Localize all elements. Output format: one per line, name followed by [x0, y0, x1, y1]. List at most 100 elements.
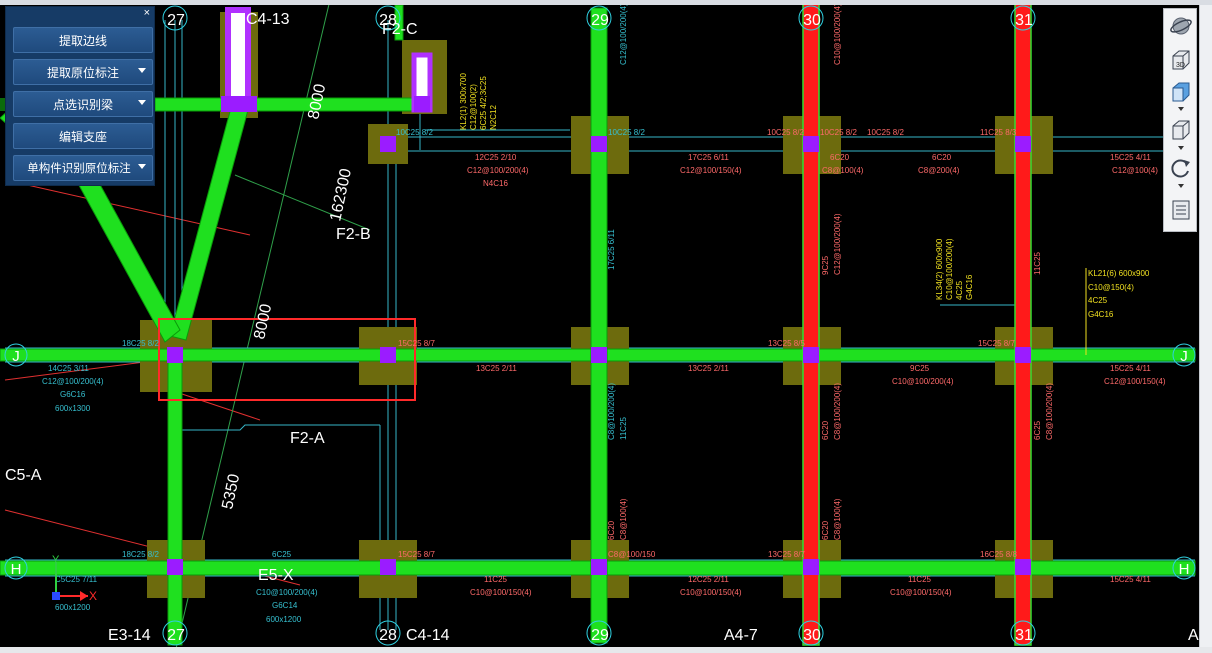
axis-label-bottom: 28 — [379, 627, 397, 644]
horizontal-scrollbar[interactable] — [0, 647, 1212, 653]
rebar-label-cyan: C5C25 7/11 — [55, 575, 98, 584]
window-top-edge — [0, 0, 1212, 5]
rebar-label-cyan: 14C25 3/11 — [48, 364, 89, 373]
rebar-label: 17C25 6/11 — [688, 153, 729, 162]
label-e3-14: E3-14 — [108, 627, 151, 644]
rebar-label: 13C25 2/11 — [688, 364, 729, 373]
pick-recognize-beam-button[interactable]: 点选识别梁 — [13, 91, 153, 117]
rebar-label-cyan: 6C25 — [272, 550, 292, 559]
rebar-label-cyan: G6C16 — [60, 390, 86, 399]
rebar-label: C10@100/200(4) — [833, 3, 842, 65]
3d-view-icon[interactable]: 3D — [1168, 47, 1194, 73]
rebar-label: C12@100/150(4) — [680, 166, 742, 175]
rebar-label: 15C25 4/11 — [1110, 575, 1151, 584]
rebar-label: C12@100/200(4) — [467, 166, 529, 175]
button-label: 提取原位标注 — [46, 65, 119, 80]
rebar-label: 10C25 8/2 — [767, 128, 804, 137]
rebar-label: 10C25 8/2 — [820, 128, 857, 137]
box-view-icon[interactable] — [1168, 117, 1194, 143]
rebar-label: 6C20 — [830, 153, 850, 162]
rebar-label-cyan: 600x1300 — [55, 404, 91, 413]
button-label: 点选识别梁 — [52, 97, 113, 112]
rebar-label: 12C25 2/10 — [475, 153, 517, 162]
rebar-label-cyan: 600x1200 — [55, 603, 91, 612]
orbit-view-icon[interactable] — [1168, 13, 1194, 39]
rebar-label-cyan: 10C25 8/2 — [396, 128, 433, 137]
rebar-label: 9C25 — [910, 364, 930, 373]
3d-label: 3D — [1176, 62, 1185, 69]
cad-drawing-canvas[interactable]: 27 28 29 30 31 27 28 29 30 31 J J H H C4… — [0, 0, 1212, 653]
button-label: 单构件识别原位标注 — [27, 163, 131, 175]
rebar-label: 12C25 2/11 — [688, 575, 729, 584]
axis-label-top: 29 — [591, 12, 609, 29]
label-f2-c: F2-C — [382, 21, 418, 38]
rebar-label: C10@100/150(4) — [680, 588, 742, 597]
chevron-down-icon[interactable] — [138, 164, 146, 169]
kl2-line: N2C12 — [489, 105, 498, 130]
rebar-label: 6C20 — [821, 520, 830, 540]
chevron-down-icon[interactable] — [1178, 184, 1184, 188]
axis-label-bottom: 30 — [803, 627, 821, 644]
axis-label-top: 30 — [803, 12, 821, 29]
rebar-label: 6C20 — [932, 153, 952, 162]
kl34-line: KL34(2) 600x900 — [935, 238, 944, 300]
rebar-label: C8@200(4) — [918, 166, 960, 175]
rebar-label: C8@100(4) — [833, 498, 842, 540]
rebar-label-cyan: C12@100/200(4) — [42, 377, 104, 386]
rebar-label: C8@100(4) — [822, 166, 864, 175]
label-c5-a: C5-A — [5, 467, 42, 484]
axis-label-top: 27 — [167, 12, 185, 29]
right-panel-edge — [1199, 5, 1212, 653]
label-c4-14: C4-14 — [406, 627, 450, 644]
rebar-label-cyan: 11C25 — [619, 416, 628, 440]
display-settings-icon[interactable] — [1168, 197, 1194, 223]
rebar-label: C8@100/150 — [608, 550, 656, 559]
rebar-label: 9C25 — [821, 255, 830, 275]
rebar-label: 10C25 8/2 — [867, 128, 904, 137]
rebar-label: C12@100/150(4) — [1104, 377, 1166, 386]
kl34-line: G4C16 — [965, 274, 974, 300]
kl2-line: 6C25 4/2;3C25 — [479, 76, 488, 130]
rebar-label-cyan: 17C25 6/11 — [607, 229, 616, 270]
dim-5350: 5350 — [219, 472, 243, 510]
rebar-label: C8@100/200(4) — [833, 383, 842, 440]
ucs-x-label: X — [89, 589, 97, 603]
axis-label-row: H — [11, 561, 22, 578]
label-a-edge: A — [1188, 627, 1199, 644]
panel-close-icon[interactable]: × — [144, 7, 150, 19]
chevron-down-icon[interactable] — [138, 100, 146, 105]
rebar-label: 15C25 8/7 — [978, 339, 1015, 348]
rebar-label: 13C25 8/5 — [768, 339, 805, 348]
kl21-line: G4C16 — [1088, 310, 1114, 319]
label-c4-13: C4-13 — [246, 11, 290, 28]
axis-label-top: 31 — [1015, 12, 1033, 29]
kl21-line: 4C25 — [1088, 296, 1108, 305]
top-view-icon[interactable] — [1168, 79, 1194, 105]
chevron-down-icon[interactable] — [1178, 107, 1184, 111]
rotate-icon[interactable] — [1168, 155, 1194, 181]
rebar-label-cyan: 10C25 8/2 — [608, 128, 645, 137]
single-member-recognize-annotation-button[interactable]: 单构件识别原位标注 — [13, 155, 153, 181]
extract-original-annotation-button[interactable]: 提取原位标注 — [13, 59, 153, 85]
kl2-line: KL2(1) 300x700 — [459, 73, 468, 130]
rebar-label: C12@100/200(4) — [833, 213, 842, 275]
label-f2-a: F2-A — [290, 430, 325, 447]
rebar-label-cyan: 600x1200 — [266, 615, 302, 624]
rebar-label: 11C25 — [484, 575, 508, 584]
kl34-line: 4C25 — [955, 280, 964, 300]
edit-support-button[interactable]: 编辑支座 — [13, 123, 153, 149]
chevron-down-icon[interactable] — [1178, 146, 1184, 150]
label-a4-7: A4-7 — [724, 627, 758, 644]
label-e5-x: E5-X — [258, 567, 294, 584]
rebar-label-cyan: 18C25 8/2 — [122, 339, 159, 348]
rebar-label: C10@100/150(4) — [470, 588, 532, 597]
rebar-label: 11C25 8/3 — [980, 128, 1017, 137]
rebar-label-cyan: 18C25 8/2 — [122, 550, 159, 559]
cad-drawing[interactable]: 27 28 29 30 31 27 28 29 30 31 J J H H C4… — [0, 0, 1212, 653]
chevron-down-icon[interactable] — [138, 68, 146, 73]
extract-edge-button[interactable]: 提取边线 — [13, 27, 153, 53]
rebar-label: C12@100(4) — [1112, 166, 1158, 175]
rebar-label-cyan: C8@100/200(4) — [607, 383, 616, 440]
rebar-label: 16C25 8/8 — [980, 550, 1017, 559]
kl21-line: C10@150(4) — [1088, 283, 1134, 292]
